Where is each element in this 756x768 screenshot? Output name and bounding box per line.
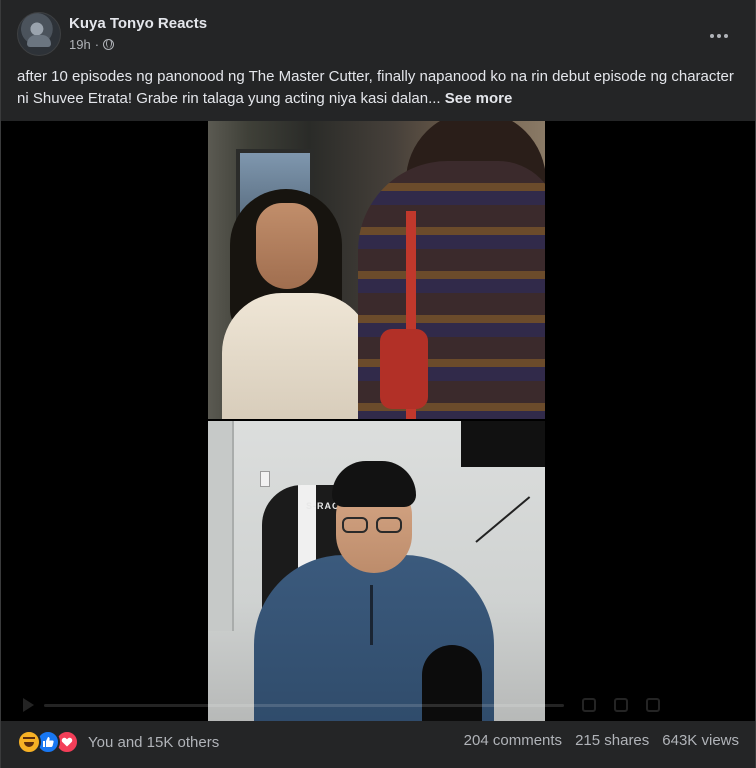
video-progress-bar[interactable] <box>44 703 564 707</box>
reactions-summary[interactable]: You and 15K others <box>17 730 219 754</box>
glasses-lens <box>376 517 402 533</box>
volume-icon[interactable] <box>646 698 660 712</box>
woman-face <box>256 203 318 289</box>
post-stats: 204 comments 215 shares 643K views <box>464 732 739 749</box>
engagement-bar: You and 15K others 204 comments 215 shar… <box>1 721 755 768</box>
glasses-lens <box>342 517 368 533</box>
meta-separator: · <box>94 37 100 52</box>
more-dot <box>710 34 714 38</box>
video-reactor-clip: S-RACE <box>208 421 545 721</box>
more-dot <box>717 34 721 38</box>
views-count: 643K views <box>662 732 739 749</box>
wall-tv <box>461 421 545 467</box>
post-time[interactable]: 19h <box>69 37 91 52</box>
more-options-button[interactable] <box>701 18 737 54</box>
comments-count[interactable]: 204 comments <box>464 732 562 749</box>
reaction-count-text[interactable]: You and 15K others <box>88 734 219 751</box>
haha-icon <box>17 730 41 754</box>
post-header: Kuya Tonyo Reacts 19h · <box>17 12 741 56</box>
video-controls <box>1 689 755 721</box>
video-top-clip <box>208 121 545 419</box>
reactor-hair <box>332 461 416 507</box>
see-more-link[interactable]: See more <box>445 90 513 107</box>
post-caption: after 10 episodes ng panonood ng The Mas… <box>17 66 741 110</box>
more-dot <box>724 34 728 38</box>
shares-count[interactable]: 215 shares <box>575 732 649 749</box>
video-player[interactable]: S-RACE <box>1 121 755 721</box>
glasses <box>342 517 406 537</box>
settings-icon[interactable] <box>582 698 596 712</box>
wall-outlet <box>260 471 270 487</box>
caption-text: after 10 episodes ng panonood ng The Mas… <box>17 68 734 107</box>
post-card: Kuya Tonyo Reacts 19h · after 10 episode… <box>0 0 756 768</box>
play-icon[interactable] <box>23 698 34 712</box>
fullscreen-icon[interactable] <box>614 698 628 712</box>
door <box>208 421 234 631</box>
avatar[interactable] <box>17 12 61 56</box>
red-bag <box>380 329 428 409</box>
cable <box>475 496 531 543</box>
woman-shirt <box>222 293 372 419</box>
globe-icon <box>103 39 115 50</box>
post-meta: 19h · <box>69 37 115 52</box>
author-name[interactable]: Kuya Tonyo Reacts <box>69 15 207 32</box>
sweater-zip <box>370 585 373 645</box>
